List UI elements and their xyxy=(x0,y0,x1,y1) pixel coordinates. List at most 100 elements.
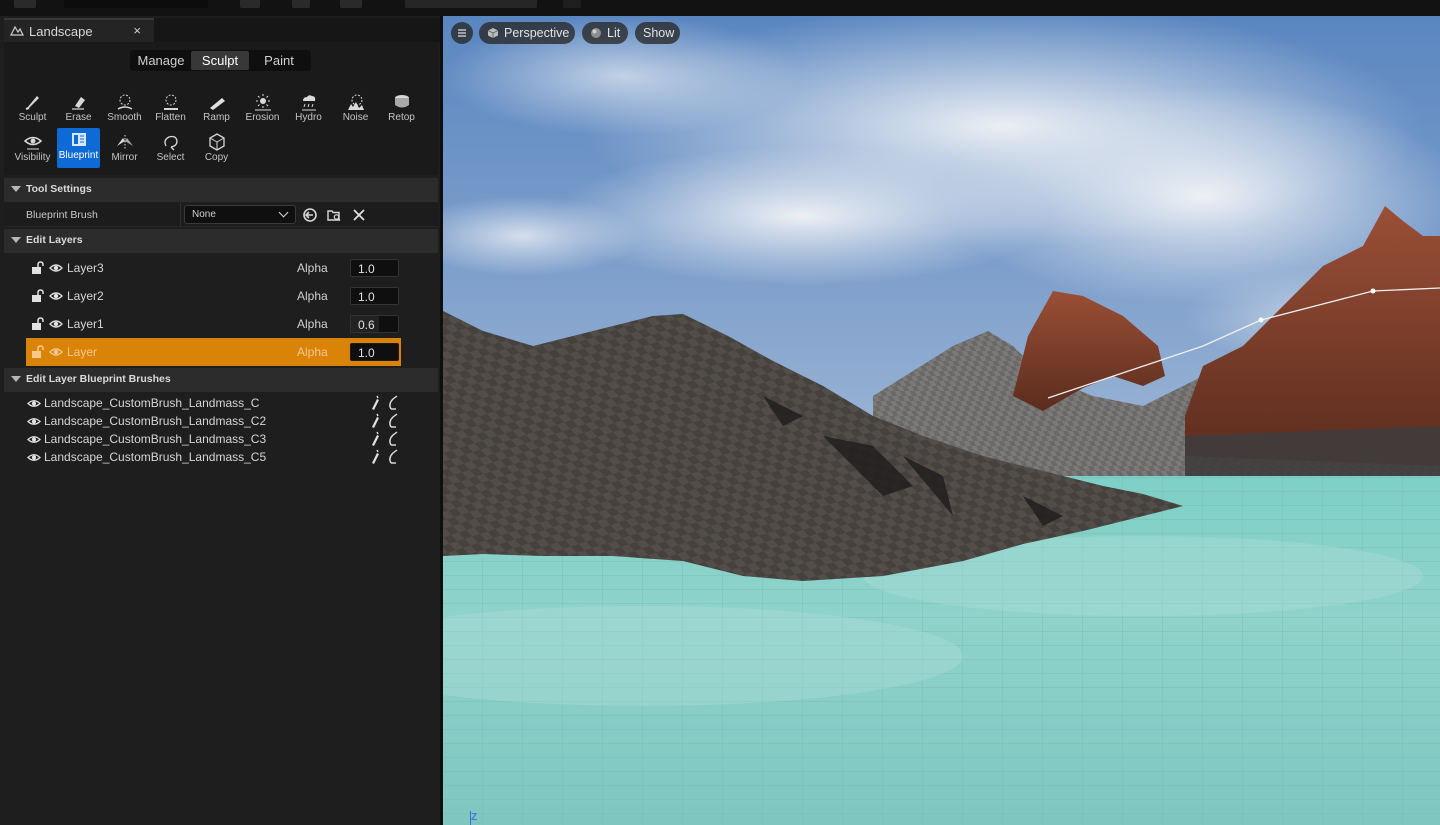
scene-render[interactable] xyxy=(443,16,1440,825)
mode-selector: Manage Sculpt Paint xyxy=(130,50,311,71)
brush-name: Landscape_CustomBrush_Landmass_C xyxy=(44,396,260,410)
tool-erosion[interactable]: Erosion xyxy=(241,90,284,128)
browse-folder-icon[interactable] xyxy=(326,207,342,223)
tool-sculpt[interactable]: Sculpt xyxy=(11,90,54,128)
show-button[interactable]: Show xyxy=(635,22,680,44)
visibility-icon xyxy=(23,136,42,150)
brush-item[interactable]: Landscape_CustomBrush_Landmass_C2 xyxy=(26,412,401,430)
layer-name: Layer xyxy=(67,345,98,359)
caret-down-icon xyxy=(11,376,21,382)
alpha-input[interactable]: 0.6 xyxy=(350,315,399,333)
eye-icon[interactable] xyxy=(27,398,41,409)
tool-select[interactable]: Select xyxy=(149,130,192,168)
toolbar-button[interactable] xyxy=(340,0,362,8)
tool-smooth[interactable]: Smooth xyxy=(103,90,146,128)
brush-name: Landscape_CustomBrush_Landmass_C3 xyxy=(44,432,267,446)
hydro-icon xyxy=(301,95,316,111)
chevron-down-icon xyxy=(278,207,289,218)
edit-brush-icons[interactable] xyxy=(369,412,401,429)
mode-paint[interactable]: Paint xyxy=(249,51,309,70)
eye-icon[interactable] xyxy=(49,346,63,358)
section-tool-settings[interactable]: Tool Settings xyxy=(4,178,438,202)
alpha-label: Alpha xyxy=(297,289,328,303)
tool-blueprint[interactable]: Blueprint xyxy=(57,128,100,168)
eye-icon[interactable] xyxy=(49,290,63,302)
mode-sculpt[interactable]: Sculpt xyxy=(191,51,249,70)
tool-palette: Sculpt Erase Smooth Flatten Ramp Erosion xyxy=(4,80,438,175)
tool-erase[interactable]: Erase xyxy=(57,90,100,128)
tool-flatten[interactable]: Flatten xyxy=(149,90,192,128)
layer-name: Layer3 xyxy=(67,261,104,275)
brush-item[interactable]: Landscape_CustomBrush_Landmass_C5 xyxy=(26,448,401,466)
select-icon xyxy=(163,135,178,151)
perspective-button[interactable]: Perspective xyxy=(479,22,575,44)
eye-icon[interactable] xyxy=(27,416,41,427)
tool-visibility[interactable]: Visibility xyxy=(11,130,54,168)
alpha-label: Alpha xyxy=(297,345,328,359)
alpha-input[interactable]: 1.0 xyxy=(350,343,399,361)
tool-retop[interactable]: Retop xyxy=(380,90,423,128)
tool-ramp[interactable]: Ramp xyxy=(195,90,238,128)
eye-icon[interactable] xyxy=(27,434,41,445)
alpha-label: Alpha xyxy=(297,261,328,275)
toolbar-button[interactable] xyxy=(292,0,310,8)
section-blueprint-brushes[interactable]: Edit Layer Blueprint Brushes xyxy=(4,368,438,392)
mode-area: Manage Sculpt Paint xyxy=(4,42,438,80)
unlock-icon[interactable] xyxy=(31,317,44,331)
lit-button[interactable]: Lit xyxy=(582,22,628,44)
blueprint-brush-select[interactable]: None xyxy=(184,205,296,224)
toolbar-button[interactable] xyxy=(240,0,260,8)
layer-row[interactable]: Layer1 Alpha 0.6 xyxy=(26,310,401,338)
close-icon[interactable]: × xyxy=(133,23,141,38)
mode-manage[interactable]: Manage xyxy=(131,51,191,70)
hamburger-icon xyxy=(458,29,466,37)
unlock-icon[interactable] xyxy=(31,345,44,359)
edit-brush-icons[interactable] xyxy=(369,430,401,447)
landscape-panel: Landscape × Manage Sculpt Paint Sculpt E… xyxy=(0,16,443,825)
toolbar-button[interactable] xyxy=(563,0,581,8)
brush-name: Landscape_CustomBrush_Landmass_C5 xyxy=(44,450,267,464)
caret-down-icon xyxy=(11,186,21,192)
tab-landscape[interactable]: Landscape × xyxy=(4,18,154,42)
eye-icon[interactable] xyxy=(49,262,63,274)
brush-item[interactable]: Landscape_CustomBrush_Landmass_C3 xyxy=(26,430,401,448)
level-viewport[interactable]: Perspective Lit Show Z xyxy=(443,16,1440,825)
tool-hydro[interactable]: Hydro xyxy=(287,90,330,128)
divider xyxy=(180,203,181,227)
brush-name: Landscape_CustomBrush_Landmass_C2 xyxy=(44,414,267,428)
editor-window: Landscape × Manage Sculpt Paint Sculpt E… xyxy=(0,0,1440,825)
tool-mirror[interactable]: Mirror xyxy=(103,130,146,168)
noise-icon xyxy=(347,94,364,110)
section-edit-layers[interactable]: Edit Layers xyxy=(4,229,438,253)
erosion-icon xyxy=(254,94,271,111)
tool-noise[interactable]: Noise xyxy=(334,90,377,128)
eye-icon[interactable] xyxy=(27,452,41,463)
unlock-icon[interactable] xyxy=(31,289,44,303)
layer-row[interactable]: Layer2 Alpha 1.0 xyxy=(26,282,401,310)
sculpt-icon xyxy=(25,96,39,110)
brush-item[interactable]: Landscape_CustomBrush_Landmass_C xyxy=(26,394,401,412)
tab-label: Landscape xyxy=(29,24,93,39)
alpha-input[interactable]: 1.0 xyxy=(350,287,399,305)
eye-icon[interactable] xyxy=(49,318,63,330)
clear-icon[interactable] xyxy=(351,207,367,223)
toolbar-dropdown[interactable] xyxy=(64,0,208,8)
viewport-menu-button[interactable] xyxy=(451,22,473,44)
layer-row-selected[interactable]: Layer Alpha 1.0 xyxy=(26,338,401,366)
toolbar-button[interactable] xyxy=(14,0,36,8)
flatten-icon xyxy=(163,94,178,110)
edit-brush-icons[interactable] xyxy=(369,394,401,411)
main-toolbar xyxy=(0,0,1440,16)
unlock-icon[interactable] xyxy=(31,261,44,275)
retop-icon xyxy=(394,95,409,108)
axis-label-z: Z xyxy=(471,812,478,823)
play-controls[interactable] xyxy=(405,0,537,8)
layer-row[interactable]: Layer3 Alpha 1.0 xyxy=(26,254,401,282)
blueprint-brush-row: Blueprint Brush None xyxy=(4,203,438,227)
alpha-input[interactable]: 1.0 xyxy=(350,259,399,277)
use-selected-icon[interactable] xyxy=(302,207,318,223)
tool-copy[interactable]: Copy xyxy=(195,130,238,168)
cube-icon xyxy=(487,28,499,38)
erase-icon xyxy=(71,97,85,110)
edit-brush-icons[interactable] xyxy=(369,448,401,465)
